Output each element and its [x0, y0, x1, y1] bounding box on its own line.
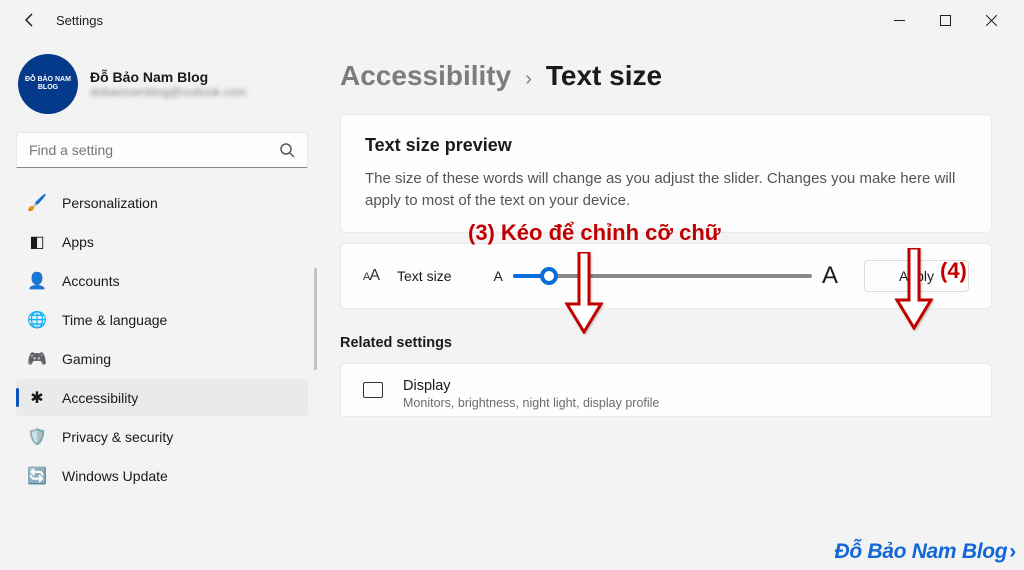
gaming-icon: 🎮	[28, 350, 46, 368]
accessibility-icon: ✱	[28, 389, 46, 407]
preview-heading: Text size preview	[365, 135, 967, 156]
related-display-subtitle: Monitors, brightness, night light, displ…	[403, 396, 659, 410]
sidebar-item-windows-update[interactable]: 🔄 Windows Update	[16, 457, 308, 494]
watermark: Đỗ Bảo Nam Blog›	[834, 540, 1016, 564]
search-icon	[279, 142, 295, 158]
breadcrumb-parent[interactable]: Accessibility	[340, 60, 511, 92]
minimize-button[interactable]	[876, 4, 922, 36]
sidebar-item-personalization[interactable]: 🖌️ Personalization	[16, 184, 308, 221]
sidebar-scrollbar[interactable]	[314, 268, 317, 370]
sidebar-item-apps[interactable]: ◧ Apps	[16, 223, 308, 260]
sidebar-item-label: Personalization	[62, 195, 158, 211]
chevron-right-icon: ›	[525, 68, 532, 91]
sidebar-item-label: Windows Update	[62, 468, 168, 484]
profile-block[interactable]: ĐỖ BẢO NAM BLOG Đỗ Bảo Nam Blog dobaonam…	[16, 40, 308, 132]
sidebar-item-label: Time & language	[62, 312, 167, 328]
text-size-row: AA Text size A A Apply	[340, 243, 992, 309]
sidebar-item-accounts[interactable]: 👤 Accounts	[16, 262, 308, 299]
maximize-button[interactable]	[922, 4, 968, 36]
apply-button[interactable]: Apply	[864, 260, 969, 292]
sidebar-item-label: Apps	[62, 234, 94, 250]
slider-min-label: A	[493, 268, 502, 284]
sidebar-item-gaming[interactable]: 🎮 Gaming	[16, 340, 308, 377]
text-size-icon: AA	[363, 267, 379, 285]
display-icon	[363, 382, 383, 398]
sidebar-item-label: Privacy & security	[62, 429, 173, 445]
profile-email: dobaonamblog@outlook.com	[90, 85, 246, 99]
slider-track[interactable]	[513, 274, 812, 278]
preview-body: The size of these words will change as y…	[365, 168, 967, 212]
text-size-slider[interactable]: A A	[493, 262, 837, 290]
personalization-icon: 🖌️	[28, 194, 46, 212]
avatar: ĐỖ BẢO NAM BLOG	[18, 54, 78, 114]
related-display-title: Display	[403, 378, 659, 394]
search-input[interactable]	[29, 142, 279, 158]
sidebar-item-accessibility[interactable]: ✱ Accessibility	[16, 379, 308, 416]
windows-update-icon: 🔄	[28, 467, 46, 485]
breadcrumb: Accessibility › Text size	[340, 60, 992, 92]
window-title: Settings	[56, 13, 103, 28]
accounts-icon: 👤	[28, 272, 46, 290]
apps-icon: ◧	[28, 233, 46, 251]
sidebar-item-label: Gaming	[62, 351, 111, 367]
related-display-card[interactable]: Display Monitors, brightness, night ligh…	[340, 363, 992, 417]
privacy-security-icon: 🛡️	[28, 428, 46, 446]
sidebar-item-privacy-security[interactable]: 🛡️ Privacy & security	[16, 418, 308, 455]
sidebar-item-label: Accessibility	[62, 390, 138, 406]
slider-max-label: A	[822, 262, 838, 290]
related-heading: Related settings	[340, 335, 992, 351]
time-language-icon: 🌐	[28, 311, 46, 329]
slider-thumb[interactable]	[540, 267, 558, 285]
slider-label: Text size	[397, 268, 451, 284]
breadcrumb-current: Text size	[546, 60, 662, 92]
profile-name: Đỗ Bảo Nam Blog	[90, 69, 246, 85]
sidebar-item-label: Accounts	[62, 273, 120, 289]
close-button[interactable]	[968, 4, 1014, 36]
back-button[interactable]	[10, 12, 50, 28]
preview-card: Text size preview The size of these word…	[340, 114, 992, 233]
sidebar-item-time-language[interactable]: 🌐 Time & language	[16, 301, 308, 338]
search-box[interactable]	[16, 132, 308, 168]
